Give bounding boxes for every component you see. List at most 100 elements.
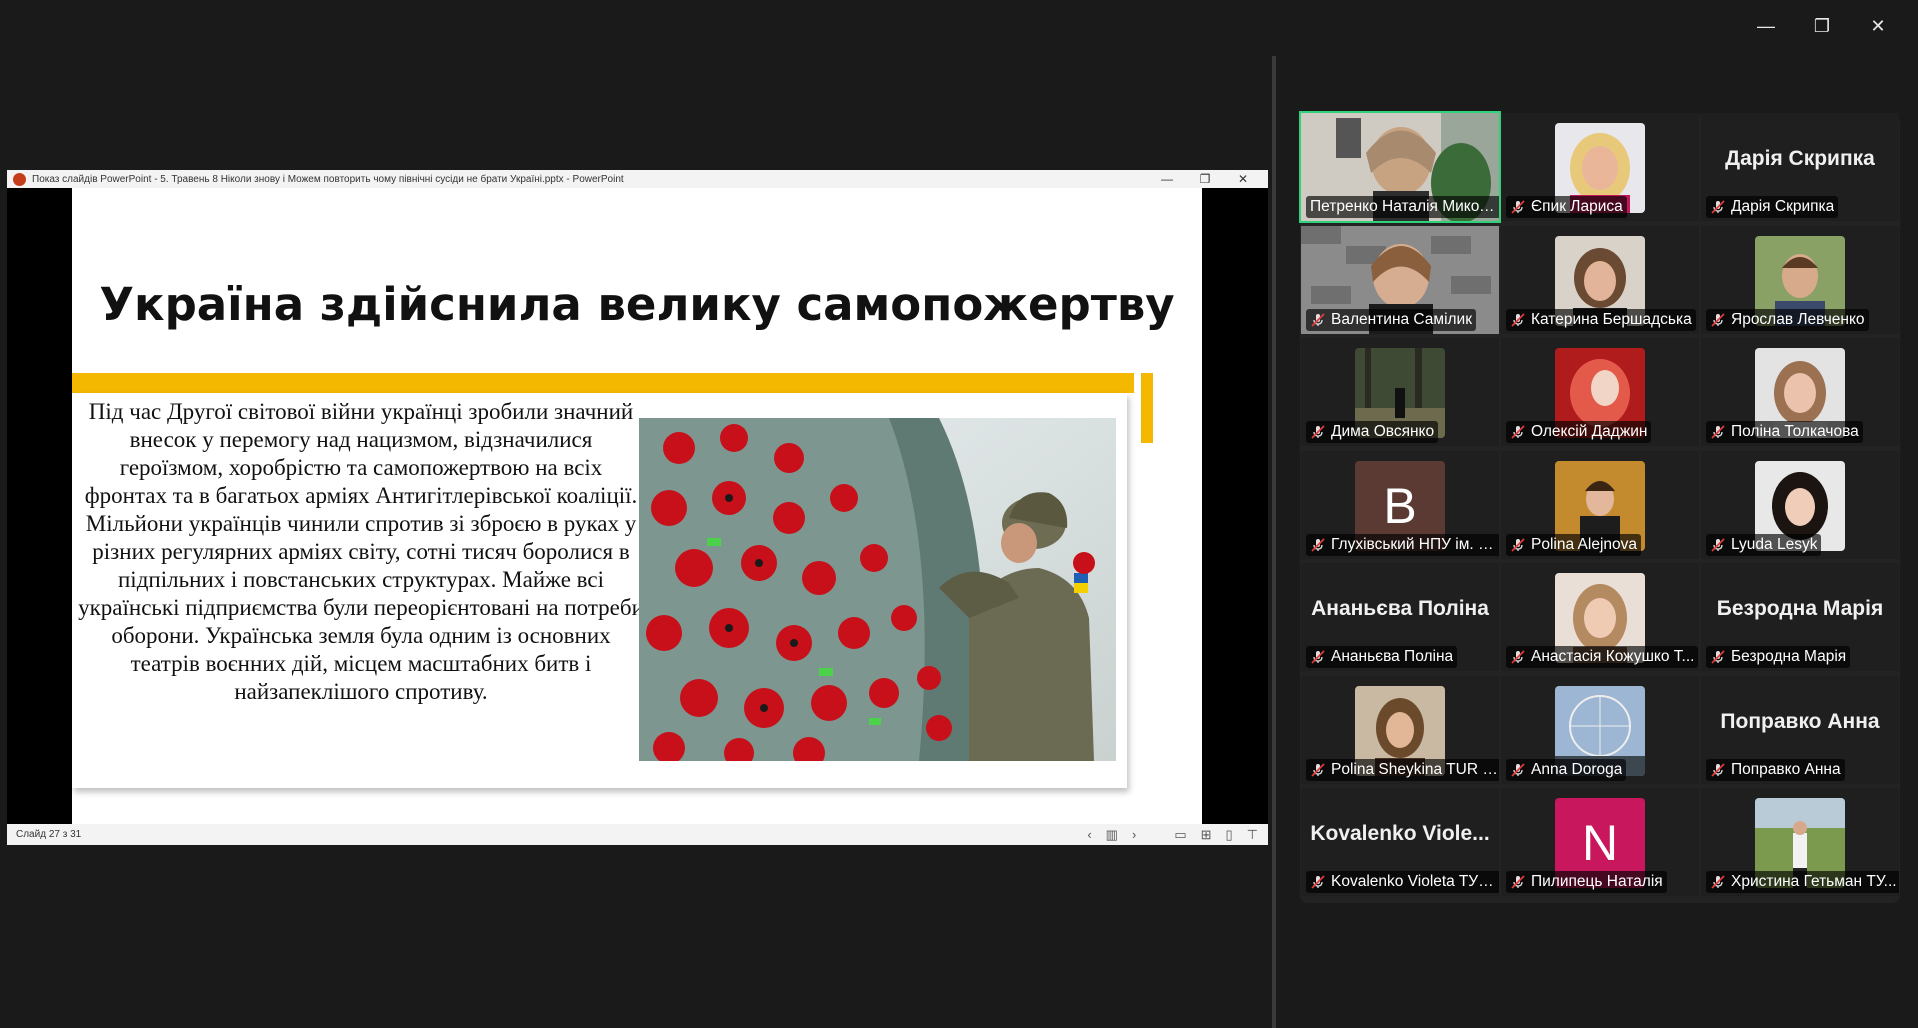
participant-tile[interactable]: Катерина Бершадська — [1501, 225, 1699, 334]
participant-name: Поліна Толкачова — [1731, 423, 1859, 440]
participant-tile[interactable]: Дарія Скрипка Дарія Скрипка — [1701, 113, 1899, 221]
normal-view-icon[interactable]: ▭ — [1174, 827, 1186, 843]
participant-tile[interactable]: Олексій Даджин — [1501, 338, 1699, 446]
participant-nameplate: Безродна Марія — [1706, 646, 1851, 668]
participant-display-name: Поправко Анна — [1720, 709, 1880, 733]
participant-tile[interactable]: Polina Alejnova — [1501, 450, 1699, 559]
mic-muted-icon — [1510, 199, 1531, 215]
participant-tile[interactable]: Поправко Анна Поправко Анна — [1701, 675, 1899, 784]
poppy-wall-image — [639, 418, 1116, 761]
ppt-restore-button[interactable]: ❐ — [1186, 170, 1224, 188]
participant-tile[interactable]: Валентина Самілик — [1301, 225, 1499, 334]
mic-muted-icon — [1710, 874, 1731, 890]
mic-muted-icon — [1310, 874, 1331, 890]
participant-tile[interactable]: Kovalenko Viole... Kovalenko Violeta TУР.… — [1301, 788, 1499, 896]
prev-slide-icon[interactable]: ‹ — [1087, 827, 1091, 842]
participant-name: Lyuda Lesyk — [1731, 535, 1818, 553]
participant-name: Kovalenko Violeta TУР... — [1331, 873, 1498, 890]
participant-name: Глухівський НПУ ім. Д... — [1331, 535, 1498, 553]
split-divider[interactable] — [1272, 56, 1276, 1028]
mic-muted-icon — [1510, 762, 1531, 778]
participant-tile[interactable]: Поліна Толкачова — [1701, 338, 1899, 446]
participant-nameplate: Kovalenko Violeta TУР... — [1306, 871, 1499, 893]
mic-muted-icon — [1710, 424, 1731, 440]
participant-nameplate: Polina Alejnova — [1506, 533, 1641, 556]
participant-name: Олексій Даджин — [1531, 423, 1648, 440]
window-controls: — ❐ ✕ — [1738, 10, 1906, 42]
mic-muted-icon — [1310, 537, 1331, 553]
mic-muted-icon — [1710, 199, 1731, 215]
participant-tile[interactable]: Єпик Лариса — [1501, 113, 1699, 221]
ppt-titlebar: Показ слайдів PowerPoint - 5. Травень 8 … — [7, 170, 1268, 188]
participant-nameplate: Петренко Наталія Микол... — [1306, 196, 1499, 218]
participant-tile[interactable]: Lyuda Lesyk — [1701, 450, 1899, 559]
ppt-minimize-button[interactable]: — — [1148, 170, 1186, 188]
participant-tile[interactable]: Дима Овсянко — [1301, 338, 1499, 446]
restore-button[interactable]: ❐ — [1794, 10, 1850, 42]
participant-tile[interactable]: Анастасія Кожушко Т... — [1501, 563, 1699, 671]
participant-nameplate: Пилипець Наталія — [1506, 871, 1667, 893]
powerpoint-icon — [13, 172, 26, 186]
participant-name: Polina Alejnova — [1531, 535, 1637, 553]
participant-nameplate: Anna Doroga — [1506, 758, 1627, 781]
reading-view-icon[interactable]: ▯ — [1226, 827, 1233, 843]
mic-muted-icon — [1310, 424, 1331, 440]
participant-nameplate: Ярослав Левченко — [1706, 308, 1869, 331]
slide-sorter-icon[interactable]: ⊞ — [1201, 827, 1212, 843]
slideshow-view-icon[interactable]: ⊤ — [1247, 827, 1258, 843]
mic-muted-icon — [1510, 312, 1531, 328]
participant-display-name: Безродна Марія — [1716, 597, 1884, 620]
slide-counter: Слайд 27 з 31 — [16, 829, 82, 840]
participant-tile[interactable]: N Пилипець Наталія — [1501, 788, 1699, 896]
minimize-button[interactable]: — — [1738, 10, 1794, 42]
participant-tile[interactable]: Ярослав Левченко — [1701, 225, 1899, 334]
participant-name: Пилипець Наталія — [1531, 873, 1663, 890]
participant-tile[interactable]: Безродна Марія Безродна Марія — [1701, 563, 1899, 671]
participant-nameplate: Олексій Даджин — [1506, 421, 1652, 443]
participant-nameplate: Глухівський НПУ ім. Д... — [1306, 533, 1499, 556]
participant-nameplate: Ананьєва Поліна — [1306, 646, 1458, 668]
mic-muted-icon — [1510, 537, 1531, 553]
participant-name: Дарія Скрипка — [1731, 198, 1835, 215]
participant-name: Безродна Марія — [1731, 648, 1847, 665]
mic-muted-icon — [1510, 874, 1531, 890]
participant-tile[interactable]: B Глухівський НПУ ім. Д... — [1301, 450, 1499, 559]
mic-muted-icon — [1710, 649, 1731, 665]
participant-tile[interactable]: Христина Гетьман ТУ... — [1701, 788, 1899, 896]
mic-muted-icon — [1310, 649, 1331, 665]
participant-name: Дима Овсянко — [1331, 423, 1435, 440]
slide-menu-icon[interactable]: ▥ — [1106, 827, 1118, 843]
ppt-window-controls: — ❐ ✕ — [1148, 170, 1262, 188]
participant-nameplate: Polina Sheykina TUR 2... — [1306, 758, 1499, 781]
accent-side-bar — [1141, 373, 1153, 443]
participant-name: Polina Sheykina TUR 2... — [1331, 760, 1498, 778]
participant-nameplate: Катерина Бершадська — [1506, 308, 1696, 331]
ppt-close-button[interactable]: ✕ — [1224, 170, 1262, 188]
participant-tile[interactable]: Ананьєва Поліна Ананьєва Поліна — [1301, 563, 1499, 671]
participant-name: Поправко Анна — [1731, 760, 1841, 778]
next-slide-icon[interactable]: › — [1132, 827, 1136, 842]
participant-display-name: Дарія Скрипка — [1725, 147, 1875, 170]
participant-nameplate: Поліна Толкачова — [1706, 421, 1863, 443]
participant-tile[interactable]: Polina Sheykina TUR 2... — [1301, 675, 1499, 784]
participant-nameplate: Христина Гетьман ТУ... — [1706, 871, 1899, 893]
slide-heading: Україна здійснила велику самопожертву — [99, 278, 1175, 331]
participant-nameplate: Lyuda Lesyk — [1706, 533, 1822, 556]
participant-display-name: Kovalenko Viole... — [1310, 822, 1490, 845]
participant-tile[interactable]: Anna Doroga — [1501, 675, 1699, 784]
ppt-statusbar: Слайд 27 з 31 ‹ ▥ › ▭ ⊞ ▯ ⊤ — [7, 824, 1268, 845]
participant-name: Анастасія Кожушко Т... — [1531, 648, 1695, 665]
participant-display-name: Ананьєва Поліна — [1311, 597, 1489, 620]
participant-name: Петренко Наталія Микол... — [1310, 198, 1498, 215]
participant-name: Єпик Лариса — [1531, 198, 1623, 215]
participants-gallery: Петренко Наталія Микол... Єпик Лариса Дарі… — [1299, 111, 1900, 903]
close-button[interactable]: ✕ — [1850, 10, 1906, 42]
participant-name: Ярослав Левченко — [1731, 310, 1865, 328]
participant-name: Катерина Бершадська — [1531, 310, 1692, 328]
participant-tile[interactable]: Петренко Наталія Микол... — [1299, 111, 1501, 223]
mic-muted-icon — [1710, 762, 1731, 778]
participant-name: Anna Doroga — [1531, 760, 1623, 778]
mic-muted-icon — [1510, 649, 1531, 665]
participant-name: Валентина Самілик — [1331, 310, 1472, 328]
participant-nameplate: Єпик Лариса — [1506, 196, 1627, 218]
